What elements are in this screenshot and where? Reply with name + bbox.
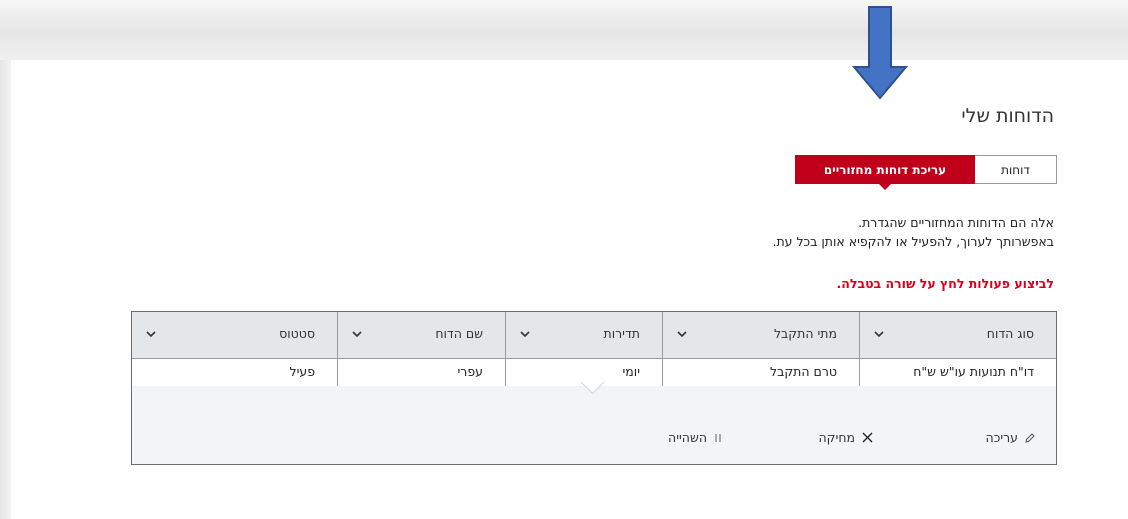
pencil-icon [1025,432,1035,443]
top-background-band [0,0,1128,60]
suspend-button[interactable]: השהייה [668,430,723,445]
description-line-1: אלה הם הדוחות המחזוריים שהגדרת. [858,215,1054,230]
column-header-report-type[interactable]: סוג הדוח [859,312,1056,358]
delete-label: מחיקה [818,430,856,445]
pause-icon [715,433,721,442]
column-header-label: שם הדוח [435,326,483,341]
tabs-bar: דוחות עריכת דוחות מחזוריים [795,155,1057,190]
column-header-label: מתי התקבל [773,326,837,341]
table-cell: דו"ח תנועות עו"ש ש"ח [859,359,1056,386]
cell-received: טרם התקבל [769,364,837,379]
down-arrow-annotation-icon [851,6,909,100]
column-header-status[interactable]: סטטוס [132,312,337,358]
close-icon [862,432,873,443]
chevron-down-icon[interactable] [518,327,532,341]
left-background-band [0,60,11,519]
description: אלה הם הדוחות המחזוריים שהגדרת. באפשרותך… [772,213,1054,251]
chevron-down-icon[interactable] [350,327,364,341]
cell-status: פעיל [289,364,315,379]
active-tab-notch [879,184,891,190]
chevron-down-icon[interactable] [675,327,689,341]
column-header-received[interactable]: מתי התקבל [662,312,859,358]
edit-button[interactable]: עריכה [986,430,1036,445]
table-cell: טרם התקבל [662,359,859,386]
table-cell: עפרי [337,359,505,386]
table-header: סוג הדוח מתי התקבל תדירות שם הדוח סטטוס [132,312,1056,359]
column-header-report-name[interactable]: שם הדוח [337,312,505,358]
edit-label: עריכה [985,430,1018,445]
delete-button[interactable]: מחיקה [819,430,875,445]
tab-periodic-label: עריכת דוחות מחזוריים [823,162,947,177]
tab-periodic-reports-edit[interactable]: עריכת דוחות מחזוריים [795,155,975,190]
table-cell: פעיל [132,359,337,386]
row-actions-panel [132,401,1056,464]
action-hint: לביצוע פעולות לחץ על שורה בטבלה. [836,276,1054,291]
cell-report-name: עפרי [457,364,483,379]
tab-reports[interactable]: דוחות [975,155,1057,184]
chevron-down-icon[interactable] [144,327,158,341]
description-line-2: באפשרותך לערוך, להפעיל או להקפיא אותן בכ… [772,234,1054,249]
chevron-down-icon[interactable] [872,327,886,341]
reports-table: סוג הדוח מתי התקבל תדירות שם הדוח סטטוס … [131,311,1057,465]
cell-report-type: דו"ח תנועות עו"ש ש"ח [913,364,1034,379]
column-header-label: סטטוס [279,326,315,341]
suspend-label: השהייה [668,430,707,445]
page-title: הדוחות שלי [961,105,1054,127]
column-header-frequency[interactable]: תדירות [505,312,662,358]
cell-frequency: יומי [622,364,641,379]
column-header-label: סוג הדוח [986,326,1034,341]
column-header-label: תדירות [603,326,640,341]
actions-panel-top [132,370,1056,401]
